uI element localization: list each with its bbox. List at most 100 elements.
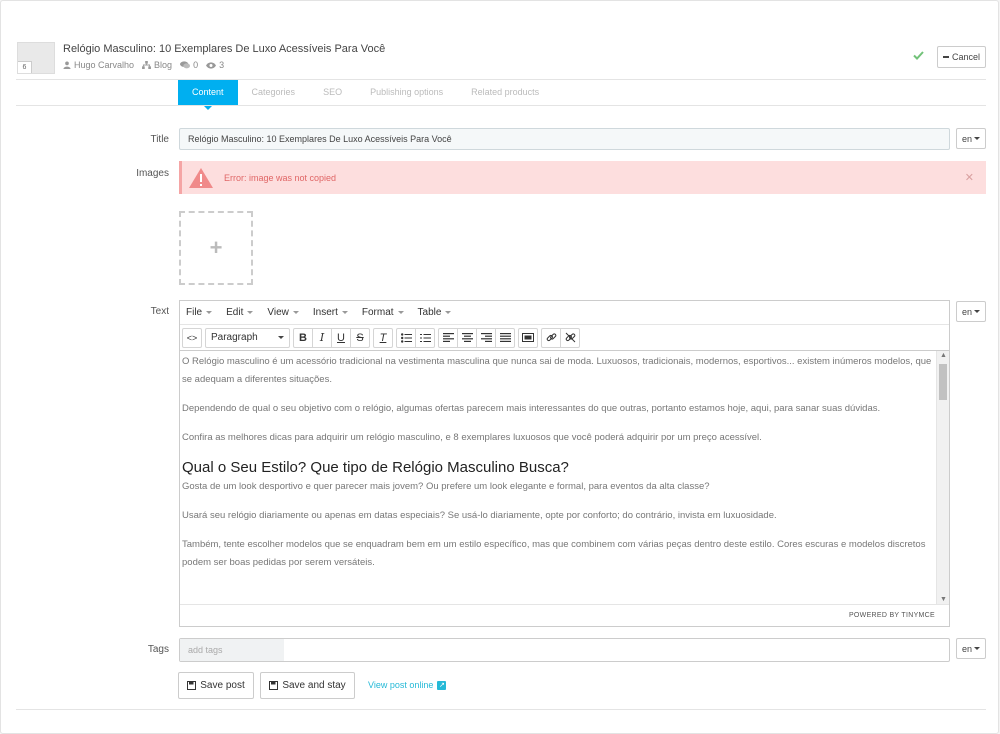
caret-down-icon	[292, 311, 299, 314]
editor-scrollbar[interactable]: ▲ ▼	[936, 351, 949, 604]
author-name: Hugo Carvalho	[74, 60, 135, 70]
divider	[16, 105, 986, 106]
menu-file-label: File	[186, 307, 203, 318]
media-icon	[522, 333, 534, 342]
list-group	[396, 327, 435, 348]
bullet-list-button[interactable]	[396, 327, 416, 348]
align-left-button[interactable]	[438, 327, 458, 348]
bold-button[interactable]: B	[293, 327, 313, 348]
tags-field[interactable]: add tags	[179, 638, 950, 662]
category-name: Blog	[154, 60, 173, 70]
bold-icon: B	[299, 331, 307, 344]
caret-down-icon	[341, 311, 348, 314]
view-post-online-link[interactable]: View post online ↗	[368, 680, 447, 690]
tags-language-dropdown[interactable]: en	[956, 638, 986, 659]
underline-icon: U	[337, 331, 345, 344]
minus-icon	[942, 56, 949, 58]
underline-button[interactable]: U	[331, 327, 351, 348]
tab-related-products[interactable]: Related products	[457, 80, 553, 105]
strikethrough-button[interactable]: S	[350, 327, 370, 348]
menu-edit[interactable]: Edit	[226, 307, 254, 318]
title-label: Title	[150, 134, 169, 145]
cancel-button[interactable]: Cancel	[937, 46, 986, 68]
tab-content[interactable]: Content	[178, 80, 238, 110]
menu-view[interactable]: View	[267, 307, 299, 318]
justify-button[interactable]	[495, 327, 515, 348]
menu-format[interactable]: Format	[362, 307, 404, 318]
scroll-up-icon[interactable]: ▲	[940, 352, 947, 359]
insert-link-button[interactable]	[541, 327, 561, 348]
block-format-value: Paragraph	[211, 332, 258, 343]
view-post-online-label: View post online	[368, 680, 434, 690]
error-alert: Error: image was not copied ✕	[179, 161, 986, 194]
close-icon[interactable]: ✕	[965, 171, 974, 184]
menu-table-label: Table	[417, 307, 442, 318]
caret-down-icon	[974, 647, 980, 650]
meta-author[interactable]: Hugo Carvalho	[63, 60, 134, 70]
code-icon: <>	[186, 332, 198, 343]
meta-comments: 0	[180, 60, 198, 70]
align-right-button[interactable]	[476, 327, 496, 348]
insert-media-button[interactable]	[518, 327, 538, 348]
block-format-select[interactable]: Paragraph	[205, 327, 290, 348]
numbered-list-icon	[419, 333, 431, 342]
language-label: en	[961, 643, 972, 654]
save-post-button[interactable]: Save post	[178, 672, 254, 699]
post-thumbnail[interactable]: 6	[17, 42, 55, 74]
content-paragraph: Também, tente escolher modelos que se en…	[182, 539, 926, 568]
tab-seo[interactable]: SEO	[309, 80, 356, 105]
caret-down-icon	[445, 311, 452, 314]
save-and-stay-button[interactable]: Save and stay	[260, 672, 355, 699]
clear-format-icon: T	[379, 331, 387, 344]
scroll-thumb[interactable]	[939, 364, 947, 400]
divider	[16, 709, 986, 710]
caret-down-icon	[278, 336, 284, 339]
post-edit-panel: 6 Relógio Masculino: 10 Exemplares De Lu…	[0, 0, 999, 734]
images-label: Images	[136, 168, 169, 179]
eye-icon	[206, 61, 217, 69]
tab-publishing-options[interactable]: Publishing options	[356, 80, 457, 105]
save-and-stay-label: Save and stay	[282, 680, 346, 691]
italic-button[interactable]: I	[312, 327, 332, 348]
editor-statusbar: POWERED BY TINYMCE	[180, 604, 949, 626]
title-language-dropdown[interactable]: en	[956, 128, 986, 149]
content-paragraph: Usará seu relógio diariamente ou apenas …	[182, 510, 777, 521]
user-icon	[63, 61, 71, 69]
unlink-icon	[565, 332, 575, 343]
align-right-icon	[480, 333, 492, 342]
clear-formatting-button[interactable]: T	[373, 327, 393, 348]
tab-categories[interactable]: Categories	[238, 80, 310, 105]
image-upload-dropzone[interactable]: +	[179, 211, 253, 285]
tags-label: Tags	[147, 644, 169, 655]
tags-input[interactable]: add tags	[180, 639, 284, 661]
editor-toolbar: <> Paragraph B I U S T	[180, 325, 949, 351]
text-style-group: B I U S	[293, 327, 370, 348]
post-tabs: Content Categories SEO Publishing option…	[178, 80, 553, 110]
text-language-dropdown[interactable]: en	[956, 301, 986, 322]
menu-file[interactable]: File	[186, 307, 213, 318]
menu-insert[interactable]: Insert	[313, 307, 348, 318]
external-link-icon: ↗	[437, 680, 447, 690]
meta-category[interactable]: Blog	[142, 60, 172, 70]
post-meta: Hugo Carvalho Blog 0 3	[63, 60, 224, 70]
floppy-icon	[187, 681, 197, 690]
save-post-label: Save post	[200, 680, 245, 691]
menu-table[interactable]: Table	[418, 307, 452, 318]
warning-icon	[189, 167, 213, 188]
powered-by-text: POWERED BY TINYMCE	[848, 612, 935, 619]
check-icon	[913, 49, 924, 63]
editor-menubar: File Edit View Insert Format Table	[180, 301, 949, 325]
editor-content-area[interactable]: O Relógio masculino é um acessório tradi…	[180, 351, 937, 604]
link-icon	[546, 333, 556, 342]
scroll-down-icon[interactable]: ▼	[940, 596, 947, 603]
source-code-button[interactable]: <>	[182, 327, 202, 348]
numbered-list-button[interactable]	[415, 327, 435, 348]
title-input[interactable]: Relógio Masculino: 10 Exemplares De Luxo…	[179, 128, 950, 150]
text-label: Text	[150, 306, 169, 317]
align-center-button[interactable]	[457, 327, 477, 348]
remove-link-button[interactable]	[560, 327, 580, 348]
content-paragraph: Gosta de um look desportivo e quer parec…	[182, 481, 710, 492]
plus-icon: +	[209, 235, 223, 260]
meta-views: 3	[206, 60, 224, 70]
align-center-icon	[461, 333, 473, 342]
